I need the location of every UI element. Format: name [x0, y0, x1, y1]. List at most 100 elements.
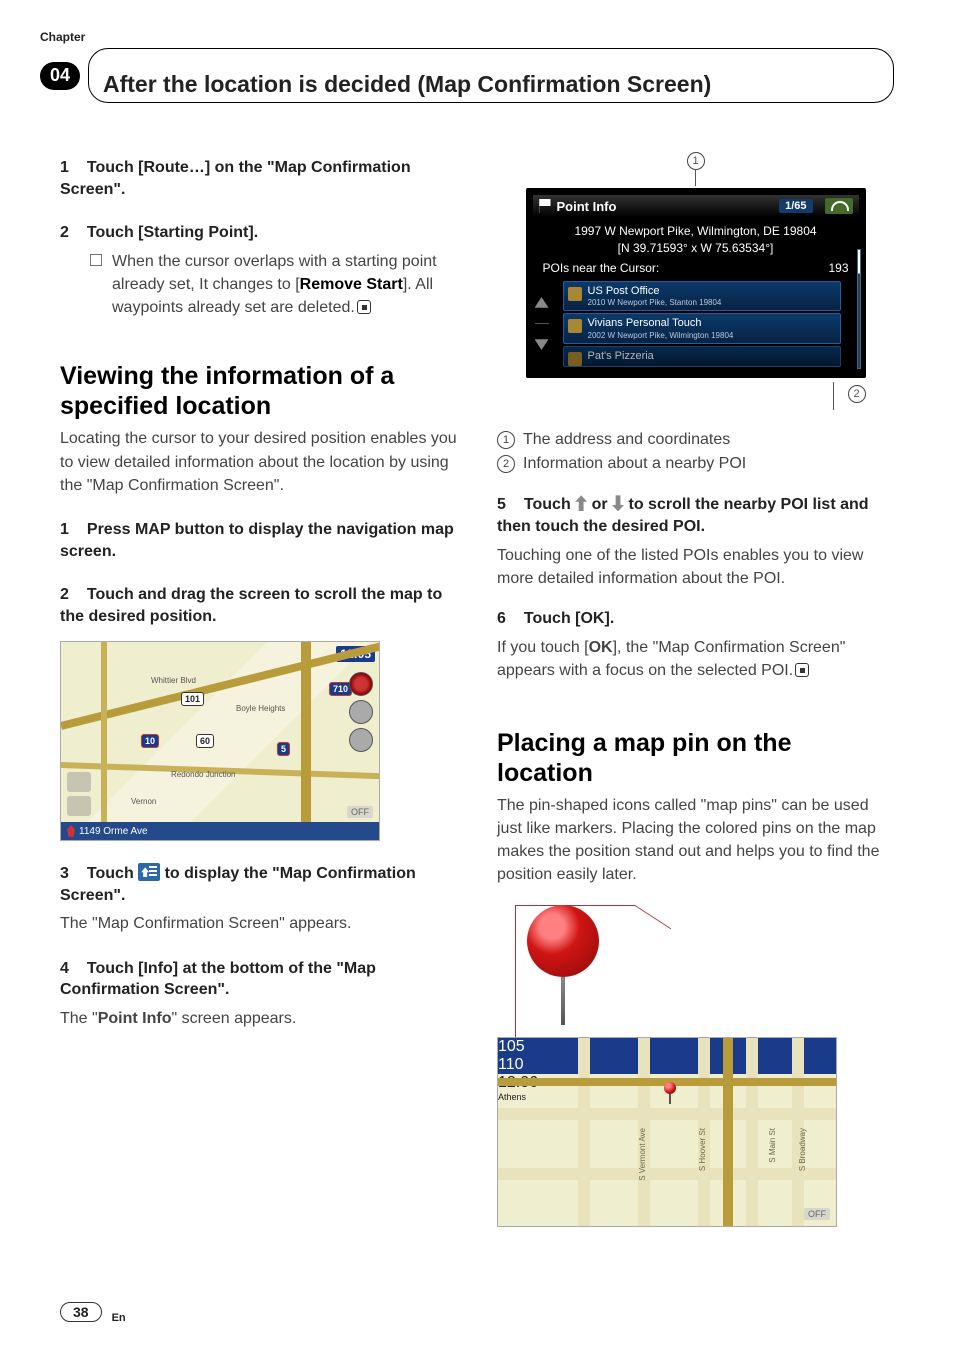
callout-2-line — [833, 382, 834, 410]
map-label: Redondo Junction — [171, 770, 236, 779]
s1-step-3: 3Touch to display the "Map Confirmation … — [60, 863, 457, 906]
addr-line-2: [N 39.71593° x W 75.63534°] — [533, 240, 859, 257]
callout-1: 1 — [526, 149, 866, 186]
map-address: 1149 Orme Ave — [79, 826, 148, 837]
step-2-head: Touch [Starting Point]. — [87, 224, 258, 241]
step-2: 2 Touch [Starting Point]. — [60, 222, 457, 244]
route-shield: 60 — [196, 734, 214, 748]
poi-scrollbar — [857, 249, 861, 369]
callout-legend: 1 The address and coordinates 2 Informat… — [497, 428, 894, 476]
map-label: Boyle Heights — [236, 704, 285, 713]
section-placing-pin-body: The pin-shaped icons called "map pins" c… — [497, 794, 894, 887]
route-shield: 110 — [498, 1056, 836, 1074]
legend-num: 2 — [497, 455, 515, 473]
pin-callout-line — [635, 905, 671, 970]
menu-icon — [138, 863, 160, 881]
map-side-button — [67, 796, 91, 816]
zoom-out-icon — [349, 728, 373, 752]
street-label: S Main St — [768, 1128, 777, 1163]
end-mark-icon — [357, 300, 371, 314]
step-5-pre: Touch — [524, 496, 575, 513]
map-side-button — [67, 772, 91, 792]
s1-step-2: 2Touch and drag the screen to scroll the… — [60, 584, 457, 627]
poi-name: US Post Office — [588, 285, 834, 298]
highway-line — [723, 1038, 733, 1227]
chapter-label: Chapter — [40, 30, 85, 44]
s1-step-3-num: 3 — [60, 865, 69, 882]
pois-near-row: POIs near the Cursor: 193 — [533, 261, 859, 275]
street-line — [746, 1038, 758, 1226]
s1-step-4: 4Touch [Info] at the bottom of the "Map … — [60, 958, 457, 1001]
end-mark-icon — [795, 663, 809, 677]
street-label: S Hoover St — [698, 1128, 707, 1171]
section-viewing-info-title: Viewing the information of a specified l… — [60, 361, 457, 421]
flag-icon — [539, 199, 551, 213]
right-column: 1 Point Info 1/65 1997 W Newport Pike, W… — [497, 143, 894, 1227]
poi-sub: 2010 W Newport Pike, Stanton 19804 — [588, 298, 834, 308]
street-label: S Vermont Ave — [638, 1128, 647, 1181]
poi-item: Pat's Pizzeria — [563, 346, 841, 367]
language-code: En — [112, 1312, 126, 1324]
step-2-note: When the cursor overlaps with a starting… — [90, 250, 457, 320]
map-label: Vernon — [131, 797, 156, 806]
point-info-titlebar: Point Info 1/65 — [533, 195, 859, 217]
street-label: S Broadway — [798, 1128, 807, 1171]
s1-step-4-body-post: " screen appears. — [171, 1010, 296, 1027]
map-right-controls — [349, 672, 373, 752]
step-5-num: 5 — [497, 496, 506, 513]
map-scroll-figure: 12:05 101 10 60 710 5 Whittier Blvd Boyl… — [60, 641, 380, 841]
back-icon — [825, 198, 853, 214]
step-6-body: If you touch [OK], the "Map Confirmation… — [497, 636, 894, 682]
s1-step-1-text: Press MAP button to display the navigati… — [60, 521, 454, 560]
step-6-num: 6 — [497, 610, 506, 627]
page-number: 38 — [60, 1302, 102, 1322]
map-pin-stem — [561, 977, 565, 1025]
map-pin-small — [664, 1082, 676, 1094]
left-column: 1Touch [Route…] on the "Map Confirmation… — [60, 143, 457, 1227]
scroll-up-icon — [535, 297, 549, 315]
pin-figure: 105 110 12:06 S Vermont Ave S Hoover St … — [497, 905, 837, 1227]
legend-item: 2 Information about a nearby POI — [497, 452, 894, 476]
road-line — [101, 642, 107, 841]
step-6: 6Touch [OK]. — [497, 608, 894, 630]
note-icon — [90, 254, 102, 266]
poi-name: Pat's Pizzeria — [588, 350, 834, 363]
point-info-figure: 1 Point Info 1/65 1997 W Newport Pike, W… — [526, 149, 866, 410]
s1-step-2-text: Touch and drag the screen to scroll the … — [60, 586, 442, 625]
note-bold: Remove Start — [300, 276, 403, 293]
pois-near-count: 193 — [828, 261, 848, 275]
pin-icon — [67, 825, 75, 837]
poi-sub: 2002 W Newport Pike, Wilmington 19804 — [588, 331, 834, 341]
step-6-body-bold: OK — [589, 639, 613, 656]
page-footer: 38 En — [60, 1302, 126, 1322]
street-line — [498, 1168, 836, 1180]
route-shield: 105 — [498, 1038, 836, 1056]
step-1: 1Touch [Route…] on the "Map Confirmation… — [60, 157, 457, 200]
step-5-mid: or — [587, 496, 612, 513]
step-2-num: 2 — [60, 224, 69, 241]
poi-name: Vivians Personal Touch — [588, 317, 834, 330]
legend-text: Information about a nearby POI — [523, 452, 746, 476]
s1-step-4-body-pre: The " — [60, 1010, 98, 1027]
scroll-down-icon — [535, 332, 549, 350]
chapter-number-badge: 04 — [40, 62, 80, 90]
up-arrow-icon — [575, 495, 587, 511]
legend-num: 1 — [497, 431, 515, 449]
section-placing-pin-title: Placing a map pin on the location — [497, 728, 894, 788]
step-1-num: 1 — [60, 159, 69, 176]
s1-step-3-pre: Touch — [87, 865, 138, 882]
callout-1-num: 1 — [687, 152, 705, 170]
chapter-title-pill: After the location is decided (Map Confi… — [88, 48, 894, 103]
callout-2-num: 2 — [848, 385, 866, 403]
down-arrow-icon — [612, 495, 624, 511]
s1-step-4-body: The "Point Info" screen appears. — [60, 1007, 457, 1030]
map-pin-large — [527, 905, 599, 977]
callout-2: 2 — [526, 382, 866, 410]
road-line — [301, 642, 311, 841]
route-shield: 10 — [141, 734, 159, 748]
point-info-panel: Point Info 1/65 1997 W Newport Pike, Wil… — [526, 188, 866, 378]
chapter-title: After the location is decided (Map Confi… — [103, 71, 873, 98]
compass-icon — [349, 672, 373, 696]
point-info-title: Point Info — [557, 199, 617, 214]
off-badge: OFF — [347, 806, 373, 818]
